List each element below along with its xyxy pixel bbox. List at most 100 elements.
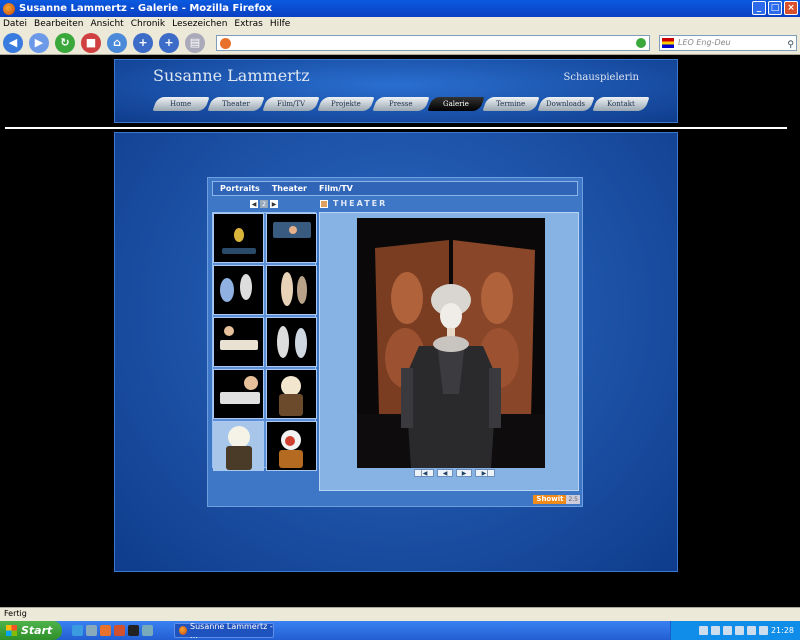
media-icon[interactable] [128, 625, 139, 636]
app-icon[interactable] [114, 625, 125, 636]
taskbar-window-button[interactable]: Susanne Lammertz - ... [174, 621, 274, 640]
tab-theater[interactable]: Theater [272, 184, 307, 193]
taskbar: Start Susanne Lammertz - ... 21:28 [0, 621, 800, 640]
divider [5, 127, 787, 129]
site-header: Susanne Lammertz Schauspielerin Home The… [114, 59, 678, 123]
thumbnail[interactable] [266, 317, 317, 367]
site-name: Susanne Lammertz [153, 66, 310, 85]
window-title: Susanne Lammertz - Galerie - Mozilla Fir… [19, 3, 273, 14]
reload-icon[interactable]: ↻ [55, 32, 75, 53]
menu-chronik[interactable]: Chronik [131, 19, 165, 29]
thumbnail[interactable] [213, 213, 264, 263]
thumbnail[interactable] [266, 213, 317, 263]
system-tray: 21:28 [670, 621, 800, 640]
close-button[interactable]: × [784, 1, 798, 15]
minimize-button[interactable]: _ [752, 1, 766, 15]
tab-film-tv[interactable]: Film/TV [319, 184, 353, 193]
theater-photo-illustration [357, 218, 545, 468]
menu-bearbeiten[interactable]: Bearbeiten [34, 19, 83, 29]
firefox-icon [3, 2, 15, 15]
nav-projekte[interactable]: Projekte [317, 97, 375, 111]
site-subtitle: Schauspielerin [563, 72, 639, 83]
quick-launch [72, 625, 153, 636]
forward-icon[interactable]: ▶ [29, 32, 49, 53]
windows-logo-icon [6, 625, 17, 636]
menu-bar: Datei Bearbeiten Ansicht Chronik Lesezei… [0, 17, 800, 31]
ie-icon[interactable] [72, 625, 83, 636]
nav-presse[interactable]: Presse [372, 97, 430, 111]
gallery-widget: Portraits Theater Film/TV ◀ 2 ▶ THEATER [207, 177, 583, 507]
back-icon[interactable]: ◀ [3, 32, 23, 53]
last-image-button[interactable]: ▶| [475, 469, 495, 477]
tray-icon[interactable] [758, 626, 768, 635]
stop-icon[interactable]: ■ [81, 32, 101, 53]
first-image-button[interactable]: |◀ [414, 469, 434, 477]
nav-galerie[interactable]: Galerie [427, 97, 485, 111]
showit-badge[interactable]: Showit 2.5 [533, 495, 580, 504]
thumbnail[interactable] [266, 369, 317, 419]
next-page-button[interactable]: ▶ [270, 200, 278, 208]
firefox-launch-icon[interactable] [100, 625, 111, 636]
start-button[interactable]: Start [0, 621, 62, 640]
thumbnail-selected[interactable] [213, 421, 264, 471]
thumbnail[interactable] [213, 317, 264, 367]
section-icon [320, 199, 328, 208]
search-engine-icon[interactable] [662, 38, 674, 48]
site-icon [220, 38, 231, 49]
next-image-button[interactable]: ▶ [456, 469, 472, 477]
print-icon[interactable]: ▤ [185, 32, 205, 53]
search-icon[interactable]: ⚲ [787, 38, 794, 52]
folder-icon[interactable] [142, 625, 153, 636]
menu-ansicht[interactable]: Ansicht [90, 19, 123, 29]
window-titlebar: Susanne Lammertz - Galerie - Mozilla Fir… [0, 0, 800, 17]
firefox-icon [179, 626, 188, 635]
search-placeholder: LEO Eng-Deu [678, 38, 731, 47]
nav-downloads[interactable]: Downloads [537, 97, 595, 111]
status-bar: Fertig [0, 607, 800, 621]
status-text: Fertig [4, 609, 27, 618]
thumbnail[interactable] [266, 421, 317, 471]
prev-image-button[interactable]: ◀ [437, 469, 453, 477]
tray-icon[interactable] [734, 626, 744, 635]
url-input[interactable] [216, 35, 650, 51]
tray-icon[interactable] [698, 626, 708, 635]
section-title: THEATER [320, 199, 387, 208]
prev-page-button[interactable]: ◀ [250, 200, 258, 208]
tray-icon[interactable] [710, 626, 720, 635]
clock: 21:28 [770, 626, 794, 635]
showit-label: Showit [533, 495, 567, 504]
tab-portraits[interactable]: Portraits [220, 184, 260, 193]
window-controls: _ □ × [752, 1, 798, 15]
thumb-pager: ◀ 2 ▶ [250, 200, 278, 208]
thumbnail[interactable] [213, 265, 264, 315]
section-label: THEATER [333, 199, 388, 208]
nav-film-tv[interactable]: Film/TV [262, 97, 320, 111]
main-photo[interactable] [357, 218, 545, 468]
search-input[interactable]: LEO Eng-Deu ⚲ [659, 35, 797, 51]
nav-theater[interactable]: Theater [207, 97, 265, 111]
thumbnail-grid [212, 212, 317, 471]
tray-icon[interactable] [722, 626, 732, 635]
nav-home[interactable]: Home [152, 97, 210, 111]
thumbnail[interactable] [213, 369, 264, 419]
bookmark-add-icon[interactable]: + [133, 32, 153, 53]
menu-datei[interactable]: Datei [3, 19, 27, 29]
showit-version: 2.5 [566, 495, 580, 504]
home-icon[interactable]: ⌂ [107, 32, 127, 53]
taskbar-window-label: Susanne Lammertz - ... [190, 621, 273, 640]
gallery-tabs: Portraits Theater Film/TV [212, 181, 578, 196]
navigation-toolbar: ◀ ▶ ↻ ■ ⌂ + + ▤ LEO Eng-Deu ⚲ [0, 31, 800, 55]
maximize-button[interactable]: □ [768, 1, 782, 15]
menu-extras[interactable]: Extras [234, 19, 262, 29]
go-icon[interactable] [636, 38, 646, 48]
menu-lesezeichen[interactable]: Lesezeichen [172, 19, 227, 29]
menu-hilfe[interactable]: Hilfe [270, 19, 290, 29]
thumbnail[interactable] [266, 265, 317, 315]
show-desktop-icon[interactable] [86, 625, 97, 636]
nav-kontakt[interactable]: Kontakt [592, 97, 650, 111]
nav-termine[interactable]: Termine [482, 97, 540, 111]
new-tab-icon[interactable]: + [159, 32, 179, 53]
page-number: 2 [260, 200, 268, 208]
tray-icon[interactable] [746, 626, 756, 635]
content-area: Portraits Theater Film/TV ◀ 2 ▶ THEATER [114, 132, 678, 572]
